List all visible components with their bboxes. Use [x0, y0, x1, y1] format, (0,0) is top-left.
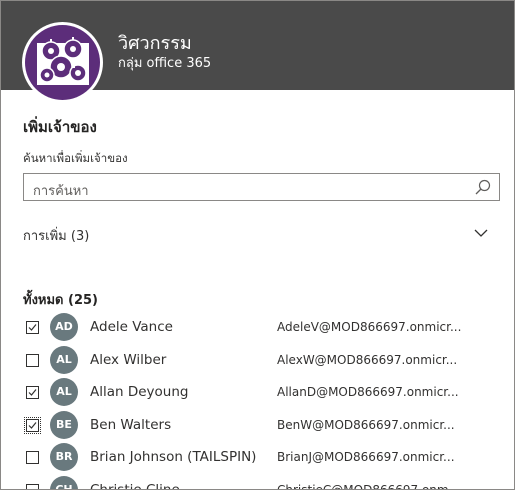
avatar: AL: [50, 345, 78, 374]
avatar: CH: [50, 475, 78, 489]
member-checkbox[interactable]: [26, 321, 39, 334]
checkmark-icon: [28, 421, 37, 429]
search-icon[interactable]: [475, 179, 491, 195]
member-name: Christie Cline: [90, 481, 180, 490]
avatar: AL: [50, 378, 78, 406]
avatar: BR: [50, 443, 78, 471]
member-email: AdeleV@MOD866697.onmicr...: [277, 320, 462, 334]
avatar: BE: [50, 410, 78, 439]
member-row[interactable]: BR Brian Johnson (TAILSPIN) BrianJ@MOD8666…: [1, 441, 514, 473]
member-row[interactable]: BE Ben Walters BenW@MOD866697.onmicr...: [1, 409, 514, 441]
member-checkbox[interactable]: [26, 353, 39, 367]
all-members-label: ทั้งหมด (25): [23, 293, 98, 308]
adding-label: การเพิ่ม (3): [23, 229, 90, 244]
member-checkbox[interactable]: [26, 483, 39, 489]
checkmark-icon: [28, 324, 37, 331]
member-checkbox[interactable]: [24, 416, 41, 434]
group-type: กลุ่ม office 365: [118, 56, 212, 71]
member-checkbox[interactable]: [26, 386, 39, 399]
member-email: BenW@MOD866697.onmicr...: [277, 417, 455, 432]
group-logo: [22, 22, 103, 103]
gears-icon: [25, 25, 100, 100]
search-input[interactable]: การค้นหา: [23, 173, 500, 201]
member-name: Brian Johnson (TAILSPIN): [90, 449, 257, 465]
member-name: Allan Deyoung: [90, 384, 189, 400]
member-name: Ben Walters: [90, 416, 172, 433]
member-email: ChristieC@MOD866697.onm...: [277, 482, 461, 490]
member-name: Adele Vance: [90, 319, 173, 335]
member-email: BrianJ@MOD866697.onmicr...: [277, 450, 455, 464]
adding-section-toggle[interactable]: การเพิ่ม (3): [23, 223, 493, 247]
search-placeholder: การค้นหา: [33, 184, 89, 199]
search-label: ค้นหาเพื่อเพิ่มเจ้าของ: [23, 151, 128, 165]
member-row[interactable]: AD Adele Vance AdeleV@MOD866697.onmicr...: [1, 311, 514, 343]
member-checkbox[interactable]: [26, 451, 39, 464]
member-row[interactable]: CH Christie Cline ChristieC@MOD866697.onm.…: [1, 474, 514, 490]
checkmark-icon: [28, 389, 37, 396]
member-row[interactable]: AL Alex Wilber AlexW@MOD866697.onmicr...: [1, 344, 514, 376]
member-name: Alex Wilber: [90, 351, 167, 368]
member-email: AlexW@MOD866697.onmicr...: [277, 352, 458, 367]
panel-title: เพิ่มเจ้าของ: [23, 118, 97, 136]
member-row[interactable]: AL Allan Deyoung AllanD@MOD866697.onmicr..…: [1, 376, 514, 408]
chevron-down-icon[interactable]: [474, 228, 488, 238]
member-email: AllanD@MOD866697.onmicr...: [277, 385, 459, 399]
add-owners-panel: วิศวกรรม กลุ่ม office 365 เพิ่มเจ้าของ ค…: [0, 0, 515, 490]
avatar: AD: [50, 313, 78, 341]
